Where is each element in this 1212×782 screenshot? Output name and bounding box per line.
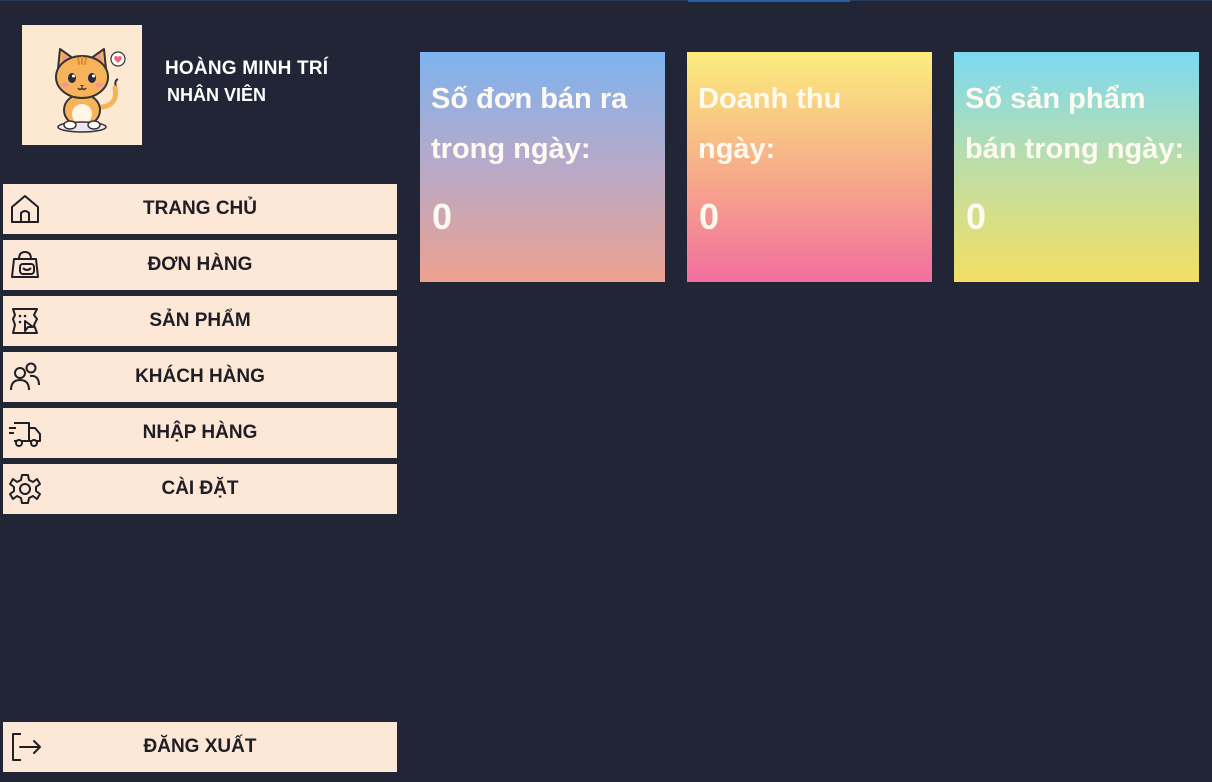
nav-button-settings[interactable]: CÀI ĐẶT	[3, 464, 397, 514]
stat-card-value: 0	[966, 196, 987, 237]
stat-card-title: Số đơn bán ra trong ngày:	[431, 83, 628, 165]
cat-avatar-icon	[55, 48, 126, 133]
logout-label: ĐĂNG XUẤT	[143, 736, 257, 757]
stat-card-revenue-today: Doanh thu ngày: 0	[687, 52, 932, 282]
nav-button-label: CÀI ĐẶT	[161, 478, 239, 499]
stat-card-value: 0	[432, 196, 453, 237]
user-name: HOÀNG MINH TRÍ	[165, 58, 329, 79]
window-top-accent	[688, 0, 850, 2]
nav-button-label: ĐƠN HÀNG	[147, 254, 253, 275]
stat-card-title: Doanh thu ngày:	[698, 83, 842, 165]
nav-button-label: KHÁCH HÀNG	[135, 366, 265, 387]
nav-button-customers[interactable]: KHÁCH HÀNG	[3, 352, 397, 402]
nav-button-orders[interactable]: ĐƠN HÀNG	[3, 240, 397, 290]
nav-button-label: TRANG CHỦ	[143, 198, 257, 219]
user-role: NHÂN VIÊN	[167, 85, 267, 105]
stat-card-title: Số sản phẩm bán trong ngày:	[965, 83, 1185, 165]
nav-button-label: NHẬP HÀNG	[142, 422, 258, 443]
stat-card-orders-today: Số đơn bán ra trong ngày: 0	[420, 52, 665, 282]
stat-card-products-sold-today: Số sản phẩm bán trong ngày: 0	[954, 52, 1199, 282]
nav-button-home[interactable]: TRANG CHỦ	[3, 184, 397, 234]
avatar	[22, 25, 142, 145]
nav-button-import[interactable]: NHẬP HÀNG	[3, 408, 397, 458]
stat-card-value: 0	[699, 196, 720, 237]
nav-button-products[interactable]: SẢN PHẨM	[3, 296, 397, 346]
nav-button-label: SẢN PHẨM	[149, 310, 251, 331]
logout-button[interactable]: ĐĂNG XUẤT	[3, 722, 397, 772]
window-top-border	[0, 0, 1212, 1]
